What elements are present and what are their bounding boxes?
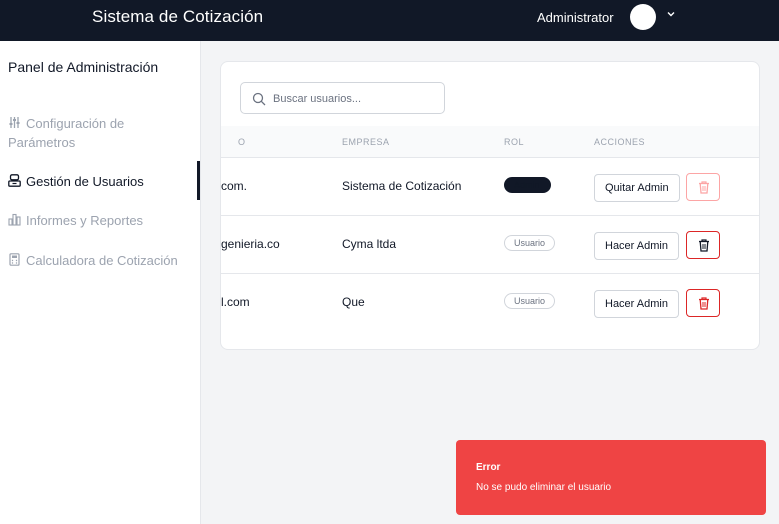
sidebar-item-configuracion[interactable]: Configuración de Parámetros xyxy=(8,114,193,152)
error-toast[interactable]: Error No se pudo eliminar el usuario xyxy=(456,440,766,515)
role-cell: Usuario xyxy=(504,293,556,309)
user-empresa: Cyma ltda xyxy=(342,237,397,251)
calculator-icon xyxy=(9,253,20,266)
top-navbar: Sistema de Cotización Administrator xyxy=(0,0,779,41)
sidebar-item-label: Configuración de Parámetros xyxy=(8,116,125,150)
bar-chart-icon xyxy=(8,213,21,226)
table-row: l.com Que Usuario Hacer Admin xyxy=(221,275,759,332)
trash-icon xyxy=(699,181,709,194)
user-empresa: Sistema de Cotización xyxy=(342,179,462,193)
sidebar-item-label: Calculadora de Cotización xyxy=(26,253,178,268)
col-header-acciones: ACCIONES xyxy=(594,137,646,147)
users-icon xyxy=(8,174,21,187)
users-card: O EMPRESA ROL ACCIONES .com Sistema de C… xyxy=(220,61,760,350)
user-name[interactable]: Administrator xyxy=(537,10,614,25)
table-header: O EMPRESA ROL ACCIONES xyxy=(221,126,759,158)
search-input[interactable] xyxy=(273,89,438,108)
col-header-email: O xyxy=(238,137,246,147)
quitar-admin-button[interactable]: Quitar Admin xyxy=(594,174,680,202)
user-email: l.com xyxy=(221,295,250,309)
sidebar-item-informes[interactable]: Informes y Reportes xyxy=(8,211,143,230)
active-indicator xyxy=(197,161,200,200)
role-badge: Admin xyxy=(504,177,551,193)
trash-icon xyxy=(699,239,709,252)
user-empresa: Que xyxy=(342,295,365,309)
hacer-admin-button[interactable]: Hacer Admin xyxy=(594,232,679,260)
col-header-empresa: EMPRESA xyxy=(342,137,390,147)
toast-title: Error xyxy=(476,462,501,473)
sidebar-title: Panel de Administración xyxy=(8,59,159,75)
sidebar-item-label: Informes y Reportes xyxy=(26,213,144,228)
sidebar-item-calculadora[interactable]: Calculadora de Cotización xyxy=(8,251,178,270)
sliders-icon xyxy=(9,117,20,128)
app-title: Sistema de Cotización xyxy=(92,7,264,26)
sidebar-item-label: Gestión de Usuarios xyxy=(26,174,144,189)
table-row: .com Sistema de Cotización Admin Quitar … xyxy=(221,159,759,216)
sidebar-item-usuarios[interactable]: Gestión de Usuarios xyxy=(8,172,144,191)
role-badge: Usuario xyxy=(504,293,556,309)
hacer-admin-button[interactable]: Hacer Admin xyxy=(594,290,679,318)
toast-message: No se pudo eliminar el usuario xyxy=(476,482,612,493)
trash-icon xyxy=(699,297,709,310)
search-box[interactable] xyxy=(240,82,445,114)
chevron-down-icon[interactable] xyxy=(666,9,676,19)
delete-user-button[interactable] xyxy=(686,173,720,201)
sidebar: Panel de Administración Configuración de… xyxy=(0,41,201,524)
role-cell: Admin xyxy=(504,177,551,193)
col-header-rol: ROL xyxy=(504,137,525,147)
search-icon xyxy=(252,92,266,106)
role-badge: Usuario xyxy=(504,235,556,251)
delete-user-button[interactable] xyxy=(686,289,720,317)
avatar[interactable] xyxy=(630,4,656,30)
delete-user-button[interactable] xyxy=(686,231,720,259)
table-row: genieria.co Cyma ltda Usuario Hacer Admi… xyxy=(221,217,759,274)
user-email: genieria.co xyxy=(221,237,280,251)
user-email: .com xyxy=(221,179,248,193)
role-cell: Usuario xyxy=(504,235,556,251)
